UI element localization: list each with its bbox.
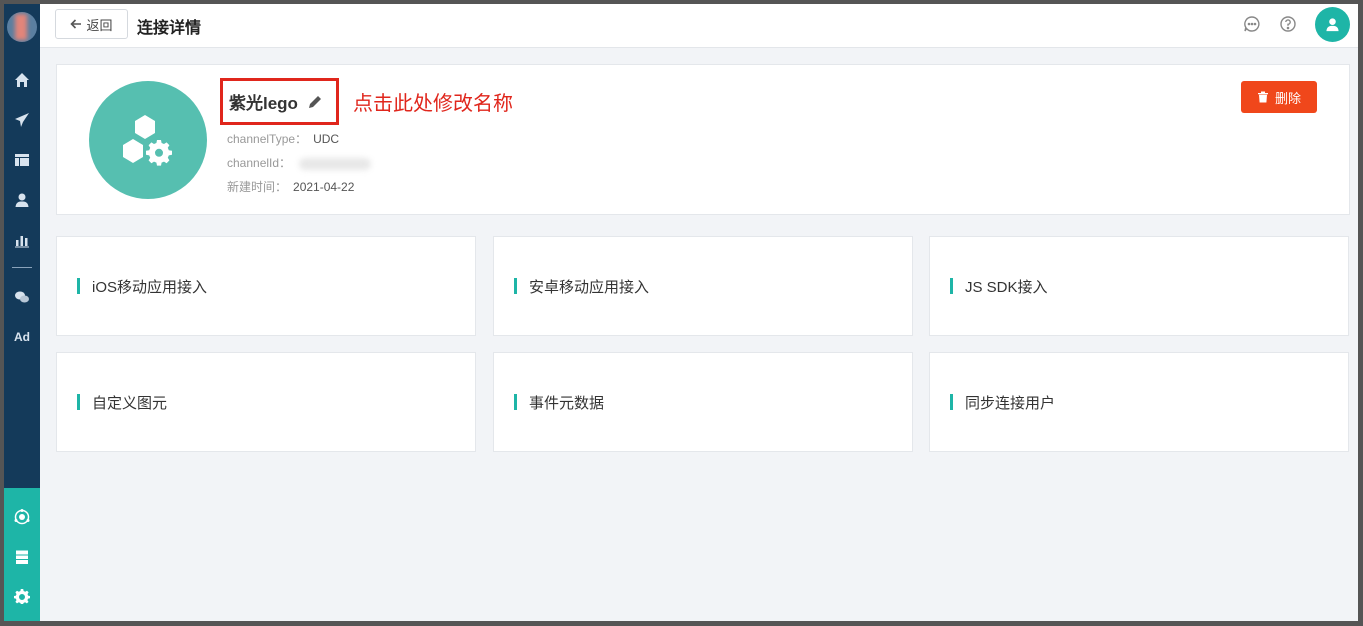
card-accent-bar [514, 394, 517, 410]
card-event-metadata[interactable]: 事件元数据 [493, 352, 913, 452]
user-icon[interactable] [4, 188, 40, 212]
bar-chart-icon[interactable] [4, 228, 40, 252]
ad-icon-label: Ad [14, 330, 30, 344]
channel-info-card: 紫光lego 点击此处修改名称 channelType： UDC channelI… [56, 64, 1350, 215]
card-accent-bar [77, 394, 80, 410]
send-icon[interactable] [4, 108, 40, 132]
card-android-integration[interactable]: 安卓移动应用接入 [493, 236, 913, 336]
edit-name-annotation: 点击此处修改名称 [353, 93, 513, 115]
home-icon[interactable] [4, 68, 40, 92]
top-bar: 返回 连接详情 [40, 4, 1358, 48]
back-button-label: 返回 [86, 17, 113, 33]
card-accent-bar [77, 278, 80, 294]
help-icon[interactable] [1279, 15, 1297, 33]
sidebar-bottom [4, 488, 40, 621]
created-time-label: 新建时间： [227, 180, 288, 194]
card-label: 事件元数据 [529, 394, 605, 412]
card-sync-users[interactable]: 同步连接用户 [929, 352, 1349, 452]
card-accent-bar [950, 278, 953, 294]
card-ios-integration[interactable]: iOS移动应用接入 [56, 236, 476, 336]
created-time-value: 2021-04-22 [293, 180, 355, 194]
channel-id-redacted [299, 157, 372, 170]
server-icon[interactable] [4, 545, 40, 569]
hexagon-gear-icon [123, 115, 172, 166]
app-window: Ad 返回 连接详情 紫光lego 点击此处修改名称 channelType： … [4, 4, 1358, 621]
card-label: 安卓移动应用接入 [529, 278, 650, 296]
avatar[interactable] [1315, 7, 1350, 42]
card-accent-bar [514, 278, 517, 294]
logo[interactable] [7, 12, 37, 42]
channel-type-row: channelType： UDC [227, 130, 339, 147]
card-label: 自定义图元 [92, 394, 168, 412]
page-title: 连接详情 [137, 20, 202, 37]
pencil-icon[interactable] [308, 95, 322, 109]
message-icon[interactable] [1243, 15, 1261, 33]
card-js-sdk-integration[interactable]: JS SDK接入 [929, 236, 1349, 336]
channel-id-row: channelId： [227, 154, 372, 171]
channel-type-value: UDC [313, 132, 340, 146]
channel-name-edit[interactable]: 紫光lego [220, 78, 339, 125]
connections-icon[interactable] [4, 505, 40, 529]
card-label: JS SDK接入 [965, 278, 1048, 296]
ad-icon[interactable]: Ad [4, 325, 40, 349]
delete-button[interactable]: 删除 [1241, 81, 1317, 113]
user-avatar-icon [1326, 18, 1339, 32]
card-accent-bar [950, 394, 953, 410]
trash-icon [1257, 91, 1268, 103]
sidebar: Ad [4, 4, 40, 621]
created-time-row: 新建时间： 2021-04-22 [227, 178, 354, 195]
channel-name: 紫光lego [229, 94, 298, 113]
wechat-icon[interactable] [4, 285, 40, 309]
back-button[interactable]: 返回 [55, 9, 128, 39]
card-custom-elements[interactable]: 自定义图元 [56, 352, 476, 452]
channel-id-label: channelId： [227, 156, 292, 170]
gear-icon[interactable] [4, 585, 40, 609]
arrow-left-icon [70, 19, 82, 29]
card-label: iOS移动应用接入 [92, 278, 208, 296]
channel-avatar [89, 81, 207, 199]
card-label: 同步连接用户 [965, 394, 1056, 412]
layout-icon[interactable] [4, 148, 40, 172]
sidebar-divider [12, 267, 32, 268]
channel-type-label: channelType： [227, 132, 308, 146]
delete-button-label: 删除 [1274, 90, 1301, 106]
